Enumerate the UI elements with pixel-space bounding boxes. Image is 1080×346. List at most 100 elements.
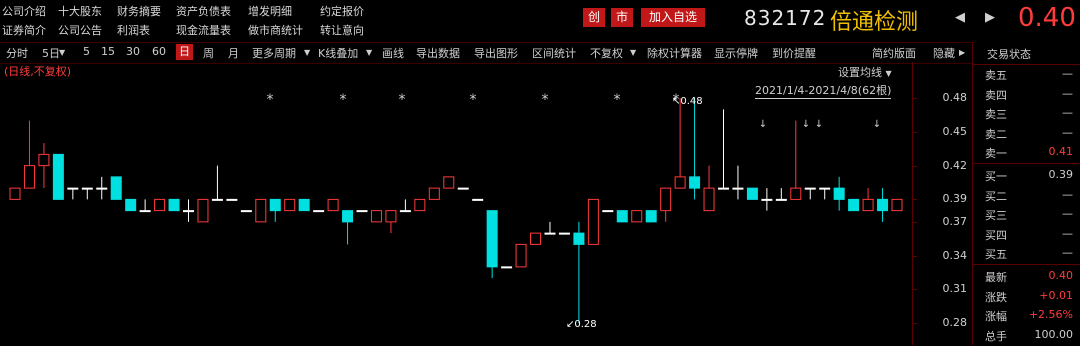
quote-value: — [1062,86,1073,100]
candles-group [9,98,903,324]
link-financial-summary[interactable]: 财务摘要 [117,3,161,19]
quote-row: 卖一 0.41 [973,145,1080,163]
candle-body [399,210,411,213]
add-favorite-button[interactable]: 加入自选 [641,8,705,27]
stock-name: 倍通检测 [830,10,919,35]
candle-body [443,176,455,189]
quote-row: 卖五 — [973,67,1080,85]
candlestick-chart[interactable]: * * * * * * *↓ ↓ ↓ ↓↖0.48↙0.28 [0,62,912,345]
quote-value: — [1062,125,1073,139]
candle-body [9,187,21,200]
candle-body [110,176,122,200]
y-tick-mark [913,255,917,257]
link-agreed-quote[interactable]: 约定报价 [320,3,364,19]
tb-simple-layout[interactable]: 简约版面 [872,45,916,61]
tb-export-image[interactable]: 导出图形 [474,45,518,61]
tb-no-adjust[interactable]: 不复权 [590,45,623,61]
link-transfer-intent[interactable]: 转让意向 [320,22,364,38]
tb-range-stats[interactable]: 区间统计 [532,45,576,61]
tb-5day[interactable]: 5日 [42,45,60,61]
link-security-brief[interactable]: 证券简介 [2,22,46,38]
dropdown-icon: ▼ [885,69,892,78]
tb-more-periods-dropdown-icon[interactable]: ▼ [304,48,310,57]
quote-value: — [1062,246,1073,259]
ma-settings-label: 设置均线 [838,66,882,79]
tb-5min[interactable]: 5 [83,45,90,58]
candle-body [327,198,339,212]
candle-body [240,210,252,213]
candle-body [486,210,498,268]
tb-60min[interactable]: 60 [152,45,166,58]
candle-body [515,243,527,268]
quote-row: 买二 — [973,188,1080,206]
tb-more-periods[interactable]: 更多周期 [252,45,296,61]
candle-body [660,187,672,212]
quote-row: 卖二 — [973,126,1080,144]
candle-body [226,198,238,201]
tb-hide-arrow-icon[interactable]: ▶ [959,48,965,57]
ma-settings-button[interactable]: 设置均线 ▼ [838,64,892,80]
tb-30min[interactable]: 30 [126,45,140,58]
tb-show-suspension[interactable]: 显示停牌 [714,45,758,61]
candle-body [775,198,787,201]
trade-panel: 交易状态 卖五 — 卖四 — 卖三 — 卖二 — 卖一 0.41 买一 0.39 买二 — 买三 — 买四 — 买… [972,42,1080,345]
last-price: 0.40 [1018,3,1076,33]
tb-draw-line[interactable]: 画线 [382,45,404,61]
candle-body [645,210,657,223]
y-tick-label: 0.31 [942,282,968,296]
tb-15min[interactable]: 15 [101,45,115,58]
quote-row: 买一 0.39 [973,168,1080,186]
candle-body [602,210,614,213]
tb-daily[interactable]: 日 [176,44,193,60]
link-company-intro[interactable]: 公司介绍 [2,3,46,19]
quote-row: 涨幅 +2.56% [973,308,1080,326]
candle-body [631,210,643,223]
tb-k-overlay[interactable]: K线叠加 [318,45,358,61]
range-label: 2021/1/4-2021/4/8(62根) [755,84,892,99]
chart-caption: (日线,不复权) [4,65,72,78]
tb-intraday[interactable]: 分时 [6,45,28,61]
tb-hide[interactable]: 隐藏 [933,45,955,61]
candle-body [139,210,151,213]
tb-monthly[interactable]: 月 [228,45,239,61]
tb-k-overlay-dropdown-icon[interactable]: ▼ [366,48,372,57]
tb-price-alert[interactable]: 到价提醒 [772,45,816,61]
tb-exright-calculator[interactable]: 除权计算器 [647,45,702,61]
y-tick-mark [913,221,917,223]
divider [973,64,1080,65]
candle-body [891,198,903,212]
quote-label: 涨幅 [985,310,1007,323]
tb-no-adjust-dropdown-icon[interactable]: ▼ [630,48,636,57]
y-tick-mark [913,131,917,133]
quote-label: 买五 [985,248,1007,261]
high-label: ↖0.48 [672,96,703,107]
link-announcements[interactable]: 公司公告 [58,22,102,38]
quote-label: 卖一 [985,147,1007,160]
link-issuance-detail[interactable]: 增发明细 [248,3,292,19]
tb-5day-dropdown-icon[interactable]: ▼ [59,48,65,57]
candle-body [558,232,570,235]
link-income-statement[interactable]: 利润表 [117,22,150,38]
link-balance-sheet[interactable]: 资产负债表 [176,3,231,19]
candle-body [370,210,382,223]
tb-export-data[interactable]: 导出数据 [416,45,460,61]
divider [973,264,1080,265]
candle-body [313,210,325,213]
candle-body [501,266,513,269]
link-top-shareholders[interactable]: 十大股东 [58,3,102,19]
quote-row: 买三 — [973,207,1080,225]
link-cash-flow[interactable]: 现金流量表 [176,22,231,38]
next-stock-arrow-icon[interactable]: ▶ [985,10,995,25]
candle-body [761,198,773,201]
candle-body [342,210,354,223]
link-market-maker-stats[interactable]: 做市商统计 [248,22,303,38]
prev-stock-arrow-icon[interactable]: ◀ [955,10,965,25]
candle-body [457,187,469,190]
y-tick-mark [913,323,917,325]
candle-body [573,232,585,245]
tb-weekly[interactable]: 周 [203,45,214,61]
price-axis: 0.48 0.45 0.42 0.39 0.37 0.34 0.31 0.28 [912,62,973,345]
candle-body [746,187,758,200]
quote-value: — [1062,67,1073,80]
quote-value: 0.41 [1048,145,1074,158]
